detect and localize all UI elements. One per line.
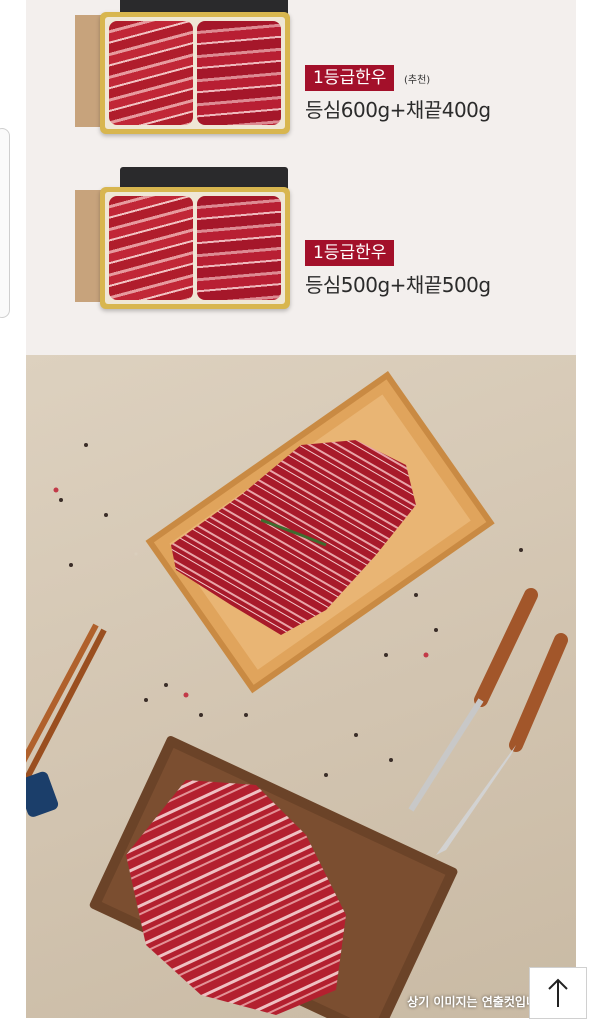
meat-striploin [197, 196, 281, 300]
meat-tray-image [100, 12, 290, 134]
grade-badge: 1등급한우 [305, 65, 395, 91]
meat-striploin [197, 21, 281, 125]
beef-photo-illustration [26, 371, 568, 1018]
image-disclaimer-caption: 상기 이미지는 연출컷입니다 [407, 995, 548, 1009]
scroll-to-top-button[interactable] [529, 967, 587, 1019]
chopsticks [26, 623, 107, 817]
beef-styled-photo: 상기 이미지는 연출컷입니다 [26, 355, 576, 1018]
product-detail-content: 1등급한우 (추천) 등심600g+채끝400g 1등급한우 등심500g+채끝… [26, 0, 576, 1018]
meat-sirloin [109, 196, 193, 300]
product-options-section: 1등급한우 (추천) 등심600g+채끝400g 1등급한우 등심500g+채끝… [26, 0, 576, 355]
product-description: 등심600g+채끝400g [305, 98, 491, 122]
arrow-up-icon [548, 978, 568, 1007]
product-option-2: 1등급한우 등심500g+채끝500g [26, 165, 576, 335]
recommend-note: (추천) [404, 75, 431, 86]
grade-badge: 1등급한우 [305, 240, 395, 266]
meat-sirloin [109, 21, 193, 125]
fork-and-knife [408, 588, 568, 855]
product-description: 등심500g+채끝500g [305, 273, 491, 297]
side-drawer-handle[interactable] [0, 128, 10, 318]
product-option-1: 1등급한우 (추천) 등심600g+채끝400g [26, 0, 576, 160]
meat-tray-image [100, 187, 290, 309]
